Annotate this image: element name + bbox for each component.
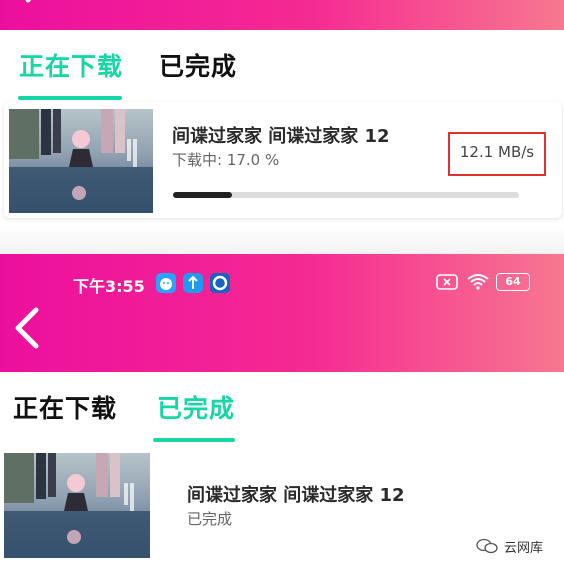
- download-speed: 12.1 MB/s: [459, 143, 535, 161]
- item-title: 间谍过家家 间谍过家家 12: [172, 126, 390, 147]
- wechat-icon: [476, 538, 498, 554]
- wifi-icon: [467, 274, 489, 290]
- back-arrow-icon[interactable]: [14, 0, 54, 20]
- browser-app-icon: [210, 273, 230, 293]
- bottom-tab-bar: 正在下载 已完成: [0, 372, 564, 444]
- no-sim-icon: [436, 274, 458, 290]
- back-arrow-icon[interactable]: [10, 306, 44, 350]
- download-progress-fill: [173, 192, 232, 198]
- item-status: 已完成: [187, 510, 233, 528]
- tab-completed[interactable]: 已完成: [159, 52, 237, 82]
- tab-downloading[interactable]: 正在下载: [19, 52, 123, 82]
- download-progress-bar: [173, 192, 519, 198]
- download-item-card[interactable]: 间谍过家家 间谍过家家 12 下载中: 17.0 % 12.1 MB/s: [4, 102, 562, 218]
- item-title: 间谍过家家 间谍过家家 12: [187, 485, 405, 506]
- video-thumbnail: [4, 453, 150, 558]
- download-speed-highlight: 12.1 MB/s: [448, 132, 546, 176]
- top-app-header: [0, 0, 564, 30]
- battery-icon: 64: [496, 273, 530, 291]
- watermark-text: 云网库: [504, 541, 544, 556]
- active-tab-indicator: [18, 96, 122, 100]
- bottom-app-header: [0, 254, 564, 372]
- panel-divider: [0, 225, 564, 255]
- status-time: 下午3:55: [73, 277, 145, 296]
- item-status: 下载中: 17.0 %: [172, 151, 280, 169]
- tab-downloading[interactable]: 正在下载: [13, 394, 117, 424]
- upload-app-icon: [183, 273, 203, 293]
- tab-completed[interactable]: 已完成: [157, 394, 235, 424]
- battery-level: 64: [505, 275, 521, 288]
- active-tab-indicator: [153, 438, 235, 442]
- video-thumbnail: [9, 109, 153, 213]
- cat-app-icon: [156, 273, 176, 293]
- top-tab-bar: 正在下载 已完成: [0, 30, 564, 102]
